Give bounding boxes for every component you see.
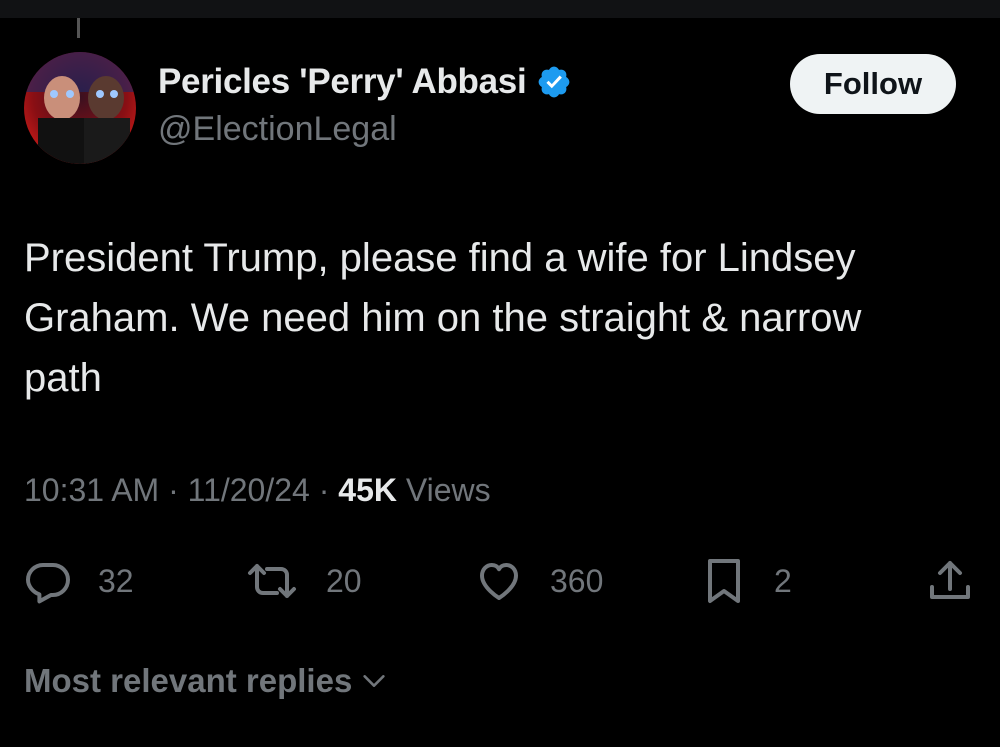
top-bar: [0, 0, 1000, 18]
reply-count: 32: [98, 562, 134, 599]
views-label: Views: [405, 472, 491, 508]
bookmark-count: 2: [774, 562, 792, 599]
thread-connector-line: [77, 18, 80, 38]
tweet-text: President Trump, please find a wife for …: [24, 236, 862, 400]
tweet-date[interactable]: 11/20/24: [188, 472, 310, 508]
like-button[interactable]: 360: [474, 556, 603, 606]
tweet-meta: 10:31 AM · 11/20/24 · 45K Views: [24, 472, 491, 509]
retweet-icon: [248, 564, 296, 598]
meta-separator: ·: [318, 472, 330, 508]
reply-icon: [26, 563, 70, 604]
share-icon: [930, 561, 970, 599]
follow-button[interactable]: Follow: [790, 54, 956, 114]
views-count: 45K: [338, 472, 397, 508]
verified-badge-icon: [536, 64, 572, 100]
tweet-time[interactable]: 10:31 AM: [24, 472, 159, 508]
reply-button[interactable]: 32: [24, 556, 134, 606]
avatar-image: [24, 52, 136, 164]
share-button[interactable]: [926, 556, 974, 606]
author-display-name[interactable]: Pericles 'Perry' Abbasi: [158, 62, 572, 102]
retweet-count: 20: [326, 562, 362, 599]
avatar[interactable]: [24, 52, 136, 164]
chevron-down-icon: [363, 675, 385, 687]
display-name-text: Pericles 'Perry' Abbasi: [158, 62, 527, 101]
bookmark-icon: [708, 559, 740, 603]
bookmark-button[interactable]: 2: [704, 556, 792, 606]
replies-sort-label: Most relevant replies: [24, 662, 353, 699]
heart-icon: [480, 563, 518, 600]
author-handle[interactable]: @ElectionLegal: [158, 110, 397, 149]
retweet-button[interactable]: 20: [244, 556, 362, 606]
meta-separator: ·: [168, 472, 179, 508]
like-count: 360: [550, 562, 604, 599]
replies-sort-dropdown[interactable]: Most relevant replies: [24, 662, 388, 700]
